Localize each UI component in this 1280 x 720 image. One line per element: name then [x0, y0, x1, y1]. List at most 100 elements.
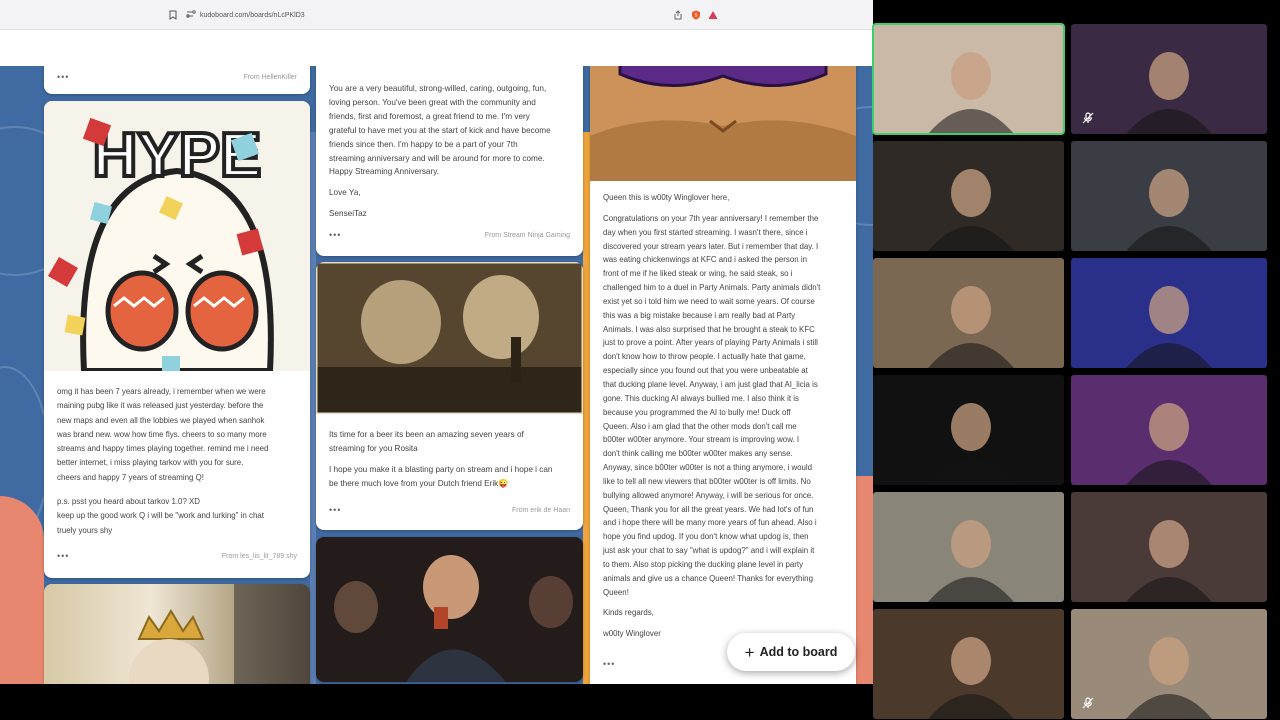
mic-muted-icon [1081, 112, 1095, 126]
post-message-line: Congratulations on your 7th year anniver… [603, 213, 819, 223]
participant-video [1126, 403, 1212, 485]
participant-video [928, 286, 1014, 368]
post-message-line: b00ter w00ter anymore. Your stream is im… [603, 435, 800, 445]
more-options-button[interactable]: ••• [57, 552, 69, 561]
cat-sunglasses-image [590, 66, 856, 181]
post-card-hype[interactable]: HYPE omg it has been 7 years already, i … [44, 101, 310, 578]
brave-shield-icon[interactable]: 5 [691, 10, 701, 20]
post-message: omg it has been 7 years already, i remem… [57, 387, 269, 482]
post-author: From erik de Haan [512, 507, 570, 514]
participant-video [1126, 520, 1212, 602]
post-greeting: Queen this is w00ty Winglover here, [603, 193, 730, 202]
post-message-line: day when you first started streaming. I … [603, 227, 808, 237]
post-card-toast-gif[interactable] [316, 537, 583, 682]
post-message-line: animals and give us a chance Queen! Than… [603, 573, 813, 583]
board-canvas[interactable]: ••• From HellenKiller HYPE omg it has be… [0, 66, 873, 684]
post-author: From HellenKiller [243, 74, 297, 81]
video-tile[interactable] [873, 141, 1064, 251]
post-message-2: I hope you make it a blasting party on s… [329, 464, 553, 488]
add-to-board-button[interactable]: + Add to board [727, 633, 855, 671]
participant-video [1126, 52, 1212, 134]
post-card-hellen[interactable]: ••• From HellenKiller [44, 66, 310, 94]
post-message-line: front of me if he liked steak or wing, h… [603, 269, 793, 279]
post-message-line: that ducking plane level. Anyway, i am j… [603, 379, 818, 389]
post-message-line: just to prove a point. After years of pl… [603, 338, 818, 348]
address-bar[interactable]: kudoboard.com/boards/nLcPKlD3 5 [0, 0, 873, 30]
participant-video [928, 169, 1014, 251]
more-options-button[interactable]: ••• [329, 506, 341, 515]
post-message: Congratulations on your 7th year anniver… [603, 212, 843, 600]
post-card-beer[interactable]: Its time for a beer its been an amazing … [316, 262, 583, 530]
post-message-line: Animals. I was also surprised that he br… [603, 324, 815, 334]
video-tile[interactable] [873, 609, 1064, 719]
post-message-line: and i hope there will be many more years… [603, 518, 817, 528]
post-message-line: to them. Also stop picking the ducking p… [603, 559, 804, 569]
participant-video [1126, 169, 1212, 251]
video-tile[interactable] [1071, 141, 1267, 251]
post-card-queen-photo[interactable] [44, 584, 310, 684]
post-message-line: because you programmed the AI to bully m… [603, 407, 791, 417]
post-message-line: don't know how to throw people. I actual… [603, 352, 806, 362]
post-postscript: p.s. psst you heard about tarkov 1.0? XD… [57, 497, 264, 535]
video-tile[interactable] [1071, 24, 1267, 134]
post-message-line: Anyway, since b00ter w00ter is not a thi… [603, 463, 813, 473]
post-message-line: Queen! [603, 587, 629, 597]
post-message-line: gone. This ducking AI always bullied me.… [603, 393, 799, 403]
participant-video [1126, 637, 1212, 719]
video-tile[interactable] [873, 258, 1064, 368]
more-options-button[interactable]: ••• [329, 231, 341, 240]
add-to-board-label: Add to board [759, 645, 838, 659]
video-tile[interactable] [873, 492, 1064, 602]
rewards-triangle-icon[interactable] [708, 10, 718, 20]
svg-text:5: 5 [695, 13, 698, 19]
post-message-line: was eating chickenwings at KFC and i ask… [603, 255, 807, 265]
post-message-line: Queen, Thank you for all the great years… [603, 504, 814, 514]
share-icon[interactable] [673, 10, 683, 20]
post-message-line: like to tell all new viewers that b00ter… [603, 476, 811, 486]
hype-text: HYPE [93, 121, 262, 190]
plus-icon: + [744, 642, 755, 662]
browser-window: kudoboard.com/boards/nLcPKlD3 5 ••• From… [0, 0, 873, 684]
video-tile[interactable] [872, 23, 1065, 135]
post-message-line: challenged him to a duel in Party Animal… [603, 283, 821, 293]
post-message-line: this was a big mistake because i am real… [603, 310, 796, 320]
board-header [0, 30, 873, 66]
participant-video [1126, 286, 1212, 368]
queen-photo-image [44, 584, 310, 684]
site-info-icon[interactable] [186, 10, 196, 20]
video-tile[interactable] [1071, 375, 1267, 485]
participant-video [928, 52, 1014, 134]
background-stripe [583, 132, 590, 684]
more-options-button[interactable]: ••• [603, 660, 615, 669]
post-author: From les_lis_lit_789 shy [221, 553, 297, 560]
bookmark-icon[interactable] [168, 10, 178, 20]
toast-gif-image [316, 537, 583, 682]
post-message-line: don't think calling me b00ter w00ter mak… [603, 449, 793, 459]
post-message: Its time for a beer its been an amazing … [329, 430, 524, 453]
video-tile[interactable] [1071, 258, 1267, 368]
post-card-taz[interactable]: You are a very beautiful, strong-willed,… [316, 66, 583, 256]
post-message-line: Queen. Also i am glad that the other mod… [603, 421, 797, 431]
post-closing: Kinds regards, [603, 608, 654, 618]
post-message-line: exist yet so i told him we need to wait … [603, 296, 815, 306]
video-tile[interactable] [873, 375, 1064, 485]
url-text[interactable]: kudoboard.com/boards/nLcPKlD3 [200, 12, 305, 19]
post-card-winglover[interactable]: Queen this is w00ty Winglover here, Cong… [590, 66, 856, 684]
more-options-button[interactable]: ••• [57, 73, 69, 82]
participant-video [928, 637, 1014, 719]
screen: kudoboard.com/boards/nLcPKlD3 5 ••• From… [0, 0, 1280, 720]
post-author: From Stream Ninja Gaming [484, 232, 570, 239]
post-signoff: Love Ya, [329, 188, 361, 198]
video-tile[interactable] [1071, 492, 1267, 602]
post-message: You are a very beautiful, strong-willed,… [329, 84, 551, 177]
post-message-line: just ask your chat to say "what is updog… [603, 546, 815, 556]
post-message-line: especially since you found out that you … [603, 366, 808, 376]
post-message-line: discovered your stream years later. But … [603, 241, 819, 251]
mic-muted-icon [1081, 697, 1095, 711]
background-hand-illustration [0, 496, 44, 684]
video-tile[interactable] [1071, 609, 1267, 719]
post-message-line: hope you find updog. If you don't know w… [603, 532, 809, 542]
participant-video [928, 520, 1014, 602]
vintage-kids-photo [316, 262, 583, 414]
background-hand-illustration [856, 476, 873, 684]
